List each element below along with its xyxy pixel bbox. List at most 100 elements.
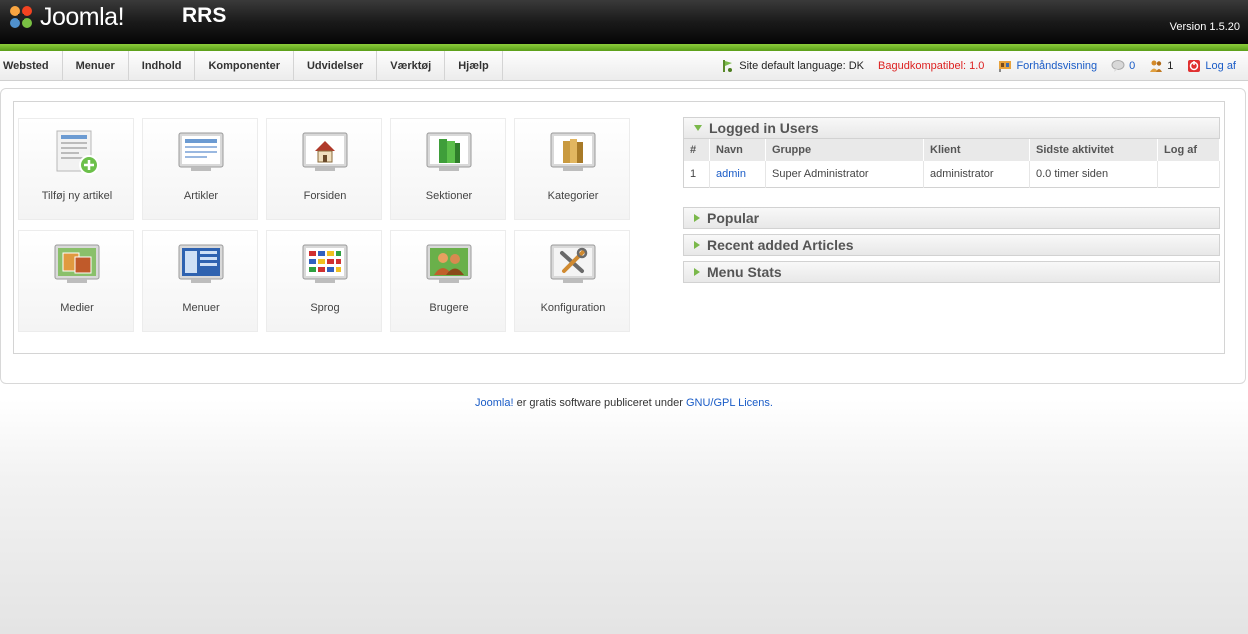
cpanel-media-button[interactable]: Medier [18, 230, 134, 332]
menu-bar: Websted Menuer Indhold Komponenter Udvid… [0, 51, 1248, 81]
user-name-link[interactable]: admin [716, 168, 746, 180]
messages-icon [1111, 60, 1125, 72]
logged-in-users-title: Logged in Users [709, 120, 819, 136]
cpanel-categories-button[interactable]: Kategorier [514, 118, 630, 220]
menu-stats-panel: Menu Stats [683, 261, 1220, 283]
logout-icon [1188, 60, 1201, 72]
cpanel-label: Sektioner [425, 190, 473, 202]
cpanel-label: Sprog [310, 302, 340, 314]
popular-panel: Popular [683, 207, 1220, 229]
popular-header[interactable]: Popular [683, 207, 1220, 229]
popular-title: Popular [707, 210, 760, 226]
cpanel-add-article-button[interactable]: Tilføj ny artikel [18, 118, 134, 220]
menu-item-hjaelp[interactable]: Hjælp [445, 51, 503, 81]
users-online-count: 1 [1167, 60, 1174, 72]
joomla-logo-icon [10, 6, 32, 28]
recent-articles-panel: Recent added Articles [683, 234, 1220, 256]
compat-status: Bagudkompatibel: 1.0 [878, 60, 984, 72]
joomla-logo[interactable]: Joomla! [6, 2, 125, 32]
recent-articles-header[interactable]: Recent added Articles [683, 234, 1220, 256]
cpanel-label: Konfiguration [540, 302, 606, 314]
footer-period: . [769, 397, 773, 409]
content-panel: Tilføj ny artikel Artikler Forsiden Sekt… [13, 101, 1225, 354]
content-wrapper: Tilføj ny artikel Artikler Forsiden Sekt… [0, 88, 1246, 384]
logo-text: Joomla! [40, 2, 125, 31]
column-header: Log af [1157, 139, 1220, 161]
cell-number: 1 [683, 161, 710, 187]
cell-client: administrator [923, 161, 1030, 187]
cpanel-users-button[interactable]: Brugere [390, 230, 506, 332]
add-article-icon [56, 130, 99, 175]
language-icon [723, 60, 733, 72]
sections-icon [426, 132, 472, 171]
cell-activity: 0.0 timer siden [1029, 161, 1158, 187]
cell-group: Super Administrator [765, 161, 924, 187]
language-text: Site default language: DK [739, 60, 865, 72]
collapsed-arrow-icon [694, 214, 700, 223]
logged-in-users-header[interactable]: Logged in Users [683, 117, 1220, 139]
language-status: Site default language: DK [721, 59, 864, 73]
version-label: Version 1.5.20 [1169, 21, 1240, 33]
preview-icon [999, 61, 1012, 72]
expanded-arrow-icon [694, 125, 702, 132]
status-bar: Site default language: DK Bagudkompatibe… [721, 51, 1248, 81]
menu-stats-title: Menu Stats [707, 264, 782, 280]
column-header: Sidste aktivitet [1029, 139, 1158, 161]
joomla-link[interactable]: Joomla! [475, 397, 514, 409]
preview-link[interactable]: Forhåndsvisning [998, 59, 1097, 73]
site-name: RRS [182, 4, 227, 27]
messages-count: 0 [1129, 60, 1136, 72]
logout-link[interactable]: Log af [1187, 59, 1236, 73]
articles-icon [178, 132, 224, 171]
messages-status[interactable]: 0 [1111, 59, 1135, 73]
cpanel-label: Brugere [429, 302, 469, 314]
cpanel-label: Medier [60, 302, 94, 314]
cpanel-label: Forsiden [303, 190, 347, 202]
cpanel-config-button[interactable]: Konfiguration [514, 230, 630, 332]
cpanel-label: Tilføj ny artikel [41, 190, 113, 202]
logout-text: Log af [1205, 60, 1236, 72]
language-icon [302, 244, 348, 283]
header: Joomla! RRS Version 1.5.20 [0, 0, 1248, 44]
license-link[interactable]: GNU/GPL Licens [686, 397, 770, 409]
column-header: Gruppe [765, 139, 924, 161]
users-icon [426, 244, 472, 283]
preview-text: Forhåndsvisning [1016, 60, 1098, 72]
cpanel-label: Kategorier [547, 190, 599, 202]
main-menu: Websted Menuer Indhold Komponenter Udvid… [0, 51, 503, 81]
menu-item-vaerktoej[interactable]: Værktøj [377, 51, 446, 81]
media-icon [54, 244, 100, 283]
menu-item-udvidelser[interactable]: Udvidelser [294, 51, 378, 81]
table-header-row: # Navn Gruppe Klient Sidste aktivitet Lo… [683, 139, 1220, 161]
menu-stats-header[interactable]: Menu Stats [683, 261, 1220, 283]
column-header: Navn [709, 139, 766, 161]
users-online-status: 1 [1149, 59, 1173, 73]
menu-item-indhold[interactable]: Indhold [129, 51, 196, 81]
cpanel-language-button[interactable]: Sprog [266, 230, 382, 332]
cpanel-label: Artikler [183, 190, 219, 202]
recent-articles-title: Recent added Articles [707, 237, 854, 253]
menu-item-websted[interactable]: Websted [0, 51, 63, 81]
cell-name: admin [709, 161, 766, 187]
menus-icon [178, 244, 224, 283]
header-accent-bar [0, 44, 1248, 51]
config-icon [550, 244, 596, 283]
cpanel-menus-button[interactable]: Menuer [142, 230, 258, 332]
collapsed-arrow-icon [694, 241, 700, 250]
cpanel-label: Menuer [182, 302, 220, 314]
cpanel-frontpage-button[interactable]: Forsiden [266, 118, 382, 220]
menu-item-menuer[interactable]: Menuer [63, 51, 129, 81]
compat-text: Bagudkompatibel: 1.0 [878, 60, 985, 72]
footer-text: er gratis software publiceret under [513, 397, 686, 409]
cell-logout[interactable] [1157, 161, 1220, 187]
column-header: # [683, 139, 710, 161]
users-online-icon [1150, 60, 1163, 72]
logged-in-users-panel: Logged in Users # Navn Gruppe Klient Sid… [683, 117, 1220, 188]
cpanel-articles-button[interactable]: Artikler [142, 118, 258, 220]
logged-in-users-table: # Navn Gruppe Klient Sidste aktivitet Lo… [683, 139, 1220, 188]
cpanel-sections-button[interactable]: Sektioner [390, 118, 506, 220]
menu-item-komponenter[interactable]: Komponenter [195, 51, 294, 81]
frontpage-icon [302, 132, 348, 171]
categories-icon [550, 132, 596, 171]
table-row: 1 admin Super Administrator administrato… [683, 161, 1220, 187]
